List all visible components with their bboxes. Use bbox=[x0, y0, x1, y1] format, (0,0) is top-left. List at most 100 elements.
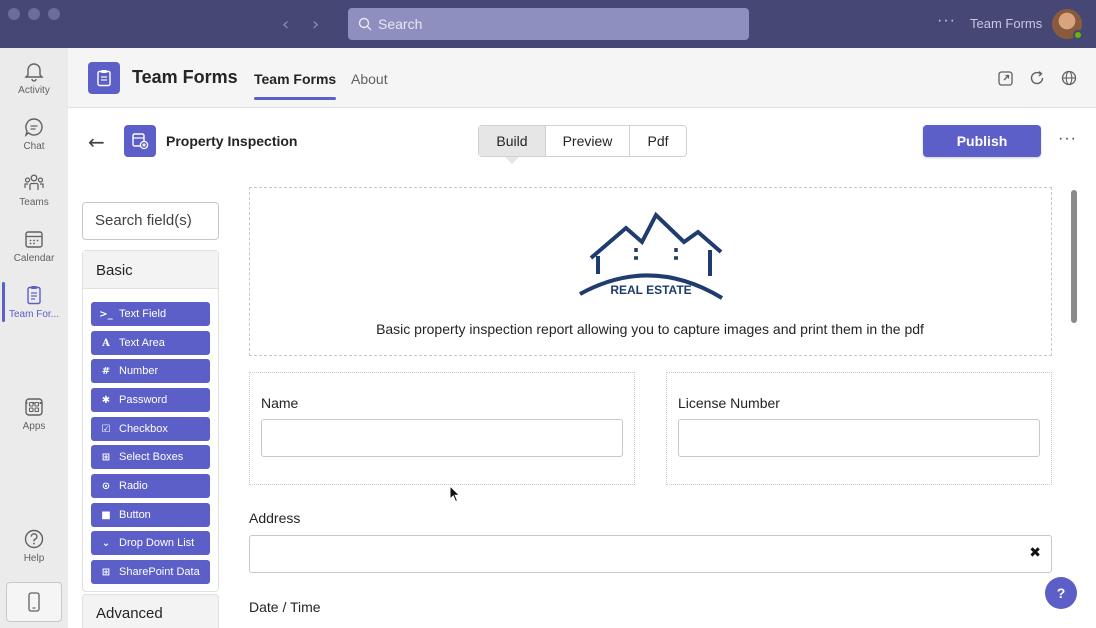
palette-item-label: Password bbox=[119, 394, 168, 406]
build-tab[interactable]: Build bbox=[479, 126, 546, 164]
palette-radio[interactable]: ⊙ Radio bbox=[91, 474, 210, 498]
app-header: Team Forms Team Forms About bbox=[68, 48, 1096, 108]
palette-item-label: SharePoint Data bbox=[119, 566, 200, 578]
palette-drop-down-list[interactable]: ⌄ Drop Down List bbox=[91, 531, 210, 555]
back-nav-icon[interactable]: ‹ bbox=[282, 14, 289, 35]
presence-status-icon bbox=[1073, 30, 1083, 40]
globe-icon[interactable] bbox=[1060, 69, 1078, 87]
field-search-input[interactable]: Search field(s) bbox=[82, 202, 219, 240]
forms-icon bbox=[27, 286, 41, 305]
calendar-icon bbox=[25, 231, 43, 248]
title-bar: ‹ › Search ··· Team Forms bbox=[0, 0, 1096, 48]
palette-item-label: Text Area bbox=[119, 337, 165, 349]
titlebar-app-name: Team Forms bbox=[970, 16, 1043, 31]
search-icon bbox=[358, 17, 372, 31]
apps-icon bbox=[25, 398, 43, 416]
basic-field-group: Basic >_ Text Field A Text Area # Number ✱ P… bbox=[82, 250, 219, 592]
rail-label-team-forms: Team For... bbox=[8, 309, 59, 320]
logo-text: REAL ESTATE bbox=[610, 283, 691, 297]
palette-item-label: Number bbox=[119, 365, 159, 377]
palette-number[interactable]: # Number bbox=[91, 359, 210, 383]
bell-icon bbox=[24, 63, 44, 82]
scrollbar-thumb[interactable] bbox=[1071, 190, 1077, 323]
mobile-icon bbox=[28, 592, 40, 612]
rail-item-activity[interactable]: Activity bbox=[0, 52, 68, 104]
tab-about[interactable]: About bbox=[351, 71, 388, 87]
palette-text-field[interactable]: >_ Text Field bbox=[91, 302, 210, 326]
palette-item-label: Radio bbox=[119, 480, 148, 492]
palette-checkbox[interactable]: ☑ Checkbox bbox=[91, 417, 210, 441]
tab-team-forms[interactable]: Team Forms bbox=[254, 71, 337, 100]
password-icon: ✱ bbox=[101, 394, 111, 406]
name-input[interactable] bbox=[261, 419, 623, 457]
text-field-icon: >_ bbox=[99, 308, 113, 320]
search-placeholder: Search bbox=[378, 16, 423, 32]
address-input[interactable]: ✖ bbox=[249, 535, 1052, 573]
form-title: Property Inspection bbox=[166, 133, 298, 149]
help-button[interactable]: ? bbox=[1045, 577, 1077, 609]
team-forms-app-icon bbox=[88, 62, 120, 94]
device-button[interactable] bbox=[6, 582, 62, 622]
teams-icon bbox=[24, 174, 44, 190]
rail-item-calendar[interactable]: Calendar bbox=[0, 220, 68, 272]
titlebar-more-button[interactable]: ··· bbox=[937, 12, 956, 30]
date-time-label: Date / Time bbox=[249, 599, 321, 615]
rail-item-apps[interactable]: Apps bbox=[0, 388, 68, 440]
license-field-block[interactable]: License Number bbox=[666, 372, 1052, 485]
window-minimize-button[interactable] bbox=[28, 8, 40, 20]
palette-item-label: Button bbox=[119, 509, 151, 521]
help-icon bbox=[24, 529, 44, 549]
palette-item-label: Checkbox bbox=[119, 423, 168, 435]
window-close-button[interactable] bbox=[8, 8, 20, 20]
refresh-icon[interactable] bbox=[1028, 69, 1046, 87]
checkbox-icon: ☑ bbox=[101, 423, 111, 435]
popout-icon[interactable] bbox=[996, 69, 1014, 87]
form-builder: ← Property Inspection Build Preview Pdf … bbox=[68, 108, 1096, 628]
mouse-cursor-icon bbox=[449, 484, 461, 508]
text-area-icon: A bbox=[102, 337, 110, 349]
app-rail: Activity Chat Teams Calendar Team For...… bbox=[0, 48, 68, 628]
forward-nav-icon[interactable]: › bbox=[312, 14, 319, 35]
license-number-label: License Number bbox=[678, 395, 780, 411]
name-field-block[interactable]: Name bbox=[249, 372, 635, 485]
rail-item-chat[interactable]: Chat bbox=[0, 108, 68, 160]
form-icon bbox=[124, 125, 156, 157]
rail-label-help: Help bbox=[23, 553, 45, 564]
form-more-button[interactable]: ··· bbox=[1058, 130, 1077, 148]
app-title: Team Forms bbox=[132, 67, 238, 87]
dropdown-icon: ⌄ bbox=[101, 537, 111, 549]
palette-button[interactable]: ■ Button bbox=[91, 503, 210, 527]
palette-item-label: Select Boxes bbox=[119, 451, 184, 463]
back-arrow-icon[interactable]: ← bbox=[88, 130, 105, 154]
window-maximize-button[interactable] bbox=[48, 8, 60, 20]
header-content-block[interactable]: REAL ESTATE Basic property inspection re… bbox=[249, 187, 1052, 356]
palette-password[interactable]: ✱ Password bbox=[91, 388, 210, 412]
clear-icon[interactable]: ✖ bbox=[1029, 545, 1041, 561]
license-number-input[interactable] bbox=[678, 419, 1040, 457]
rail-item-team-forms[interactable]: Team For... bbox=[0, 276, 68, 328]
select-boxes-icon: ⊞ bbox=[101, 451, 111, 463]
button-icon: ■ bbox=[101, 509, 111, 521]
address-label: Address bbox=[249, 510, 301, 526]
rail-label-apps: Apps bbox=[22, 421, 46, 432]
chat-icon bbox=[24, 118, 43, 138]
publish-button[interactable]: Publish bbox=[923, 125, 1041, 157]
palette-select-boxes[interactable]: ⊞ Select Boxes bbox=[91, 445, 210, 469]
global-search-input[interactable]: Search bbox=[348, 8, 749, 40]
palette-text-area[interactable]: A Text Area bbox=[91, 331, 210, 355]
number-icon: # bbox=[101, 365, 111, 377]
real-estate-logo: REAL ESTATE bbox=[576, 210, 726, 310]
view-switcher: Build Preview Pdf bbox=[478, 125, 687, 164]
basic-group-header[interactable]: Basic bbox=[83, 251, 218, 289]
preview-tab[interactable]: Preview bbox=[546, 126, 630, 156]
rail-item-help[interactable]: Help bbox=[0, 520, 68, 572]
pdf-tab[interactable]: Pdf bbox=[630, 126, 686, 156]
rail-item-teams[interactable]: Teams bbox=[0, 164, 68, 216]
rail-label-teams: Teams bbox=[19, 197, 49, 208]
palette-item-label: Text Field bbox=[119, 308, 167, 320]
advanced-group-header[interactable]: Advanced bbox=[82, 594, 219, 628]
form-description: Basic property inspection report allowin… bbox=[376, 321, 924, 337]
palette-sharepoint-data[interactable]: ⊞ SharePoint Data bbox=[91, 560, 210, 584]
palette-item-label: Drop Down List bbox=[119, 537, 195, 549]
rail-label-calendar: Calendar bbox=[13, 253, 55, 264]
